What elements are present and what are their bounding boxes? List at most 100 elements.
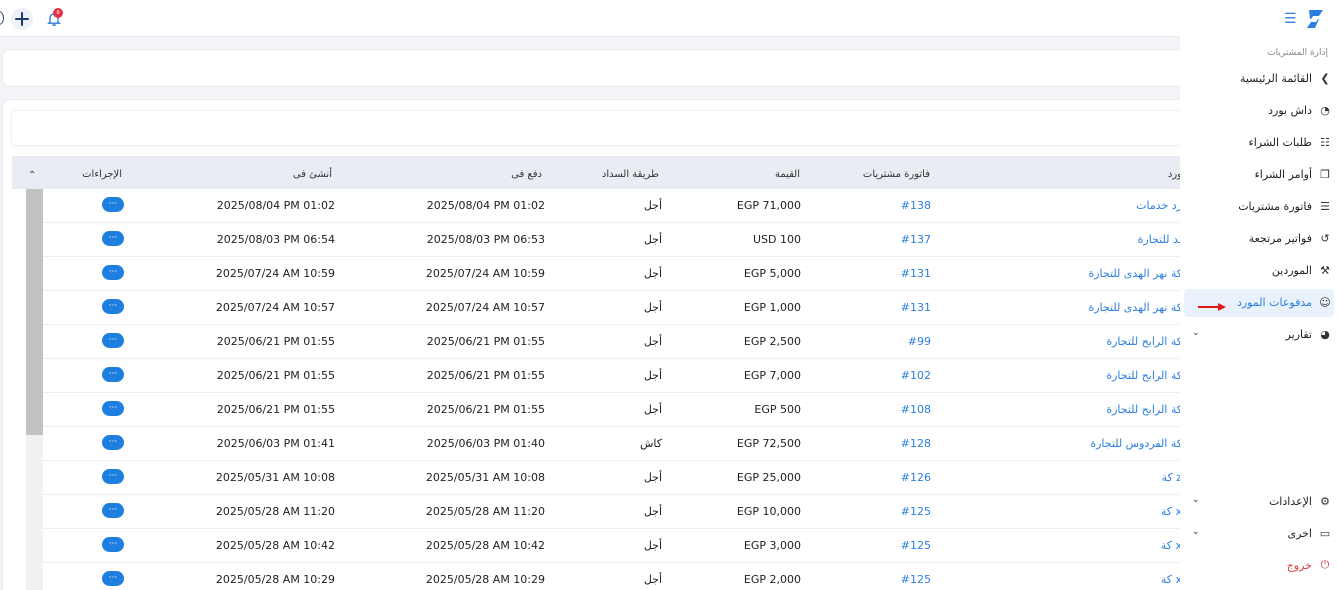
table-row[interactable]: ـد للتجارة #137 USD 100 أجل 2025/08/03 PM 06… <box>43 223 1182 257</box>
amount-cell: EGP 1,000 <box>743 301 801 314</box>
created-at-cell: 2025/05/31 AM 10:08 <box>215 471 335 484</box>
row-actions-button[interactable]: ··· <box>102 299 124 314</box>
supplier-link[interactable]: ـد للتجارة <box>1138 233 1182 246</box>
sidebar-item-gear[interactable]: ⚙ الإعدادات ⌄ <box>1184 488 1334 516</box>
row-actions-button[interactable]: ··· <box>102 469 124 484</box>
screen-icon: ▭ <box>1319 526 1331 540</box>
row-actions-button[interactable]: ··· <box>102 401 124 416</box>
supplier-link[interactable]: كة x <box>1161 573 1182 586</box>
created-at-cell: 2025/06/21 PM 01:55 <box>216 335 335 348</box>
paid-at-cell: 2025/06/21 PM 01:55 <box>426 403 545 416</box>
returns-icon: ↺ <box>1320 231 1330 245</box>
sidebar-item-power[interactable]: ⏻ خروج <box>1184 552 1334 580</box>
invoice-link[interactable]: #125 <box>901 539 931 552</box>
red-arrow-icon <box>1198 303 1226 311</box>
gear-icon: ⚙ <box>1320 494 1330 508</box>
row-actions-button[interactable]: ··· <box>102 503 124 518</box>
invoice-icon: ☰ <box>1320 199 1330 213</box>
paid-at-cell: 2025/05/28 AM 10:42 <box>425 539 545 552</box>
invoice-link[interactable]: #137 <box>901 233 931 246</box>
supplier-link[interactable]: كة الرابح للتجارة <box>1106 369 1182 382</box>
row-actions-button[interactable]: ··· <box>102 537 124 552</box>
table-row[interactable]: كة الرابح للتجارة #99 EGP 2,500 أجل 2025/06/… <box>43 325 1182 359</box>
table-row[interactable]: كة x #125 EGP 2,000 أجل 2025/05/28 AM 10:29 2… <box>43 563 1182 590</box>
header-invoice[interactable]: فاتورة مشتريات <box>863 169 930 180</box>
amount-cell: USD 100 <box>753 233 801 246</box>
invoice-link[interactable]: #126 <box>901 471 931 484</box>
header-payment-method[interactable]: طريقة السداد <box>602 169 659 180</box>
table-row[interactable]: كة الرابح للتجارة #102 EGP 7,000 أجل 2025/06… <box>43 359 1182 393</box>
sidebar-item-label: اخرى <box>1287 527 1312 540</box>
invoice-link[interactable]: #125 <box>901 573 931 586</box>
sidebar-item-dashboard[interactable]: ◔ داش بورد <box>1184 97 1334 125</box>
supplier-link[interactable]: كة z <box>1162 471 1182 484</box>
sidebar-item-screen[interactable]: ▭ اخرى ⌄ <box>1184 520 1334 548</box>
table-row[interactable]: كة نهر الهدى للتجارة #131 EGP 5,000 أجل 2025… <box>43 257 1182 291</box>
chevron-left-icon: ❮ <box>1320 71 1330 85</box>
row-actions-button[interactable]: ··· <box>102 265 124 280</box>
sidebar-item-returns[interactable]: ↺ فواتير مرتجعة <box>1184 225 1334 253</box>
payment-method-cell: أجل <box>643 301 662 314</box>
supplier-link[interactable]: كة x <box>1161 505 1182 518</box>
header-amount[interactable]: القيمة <box>775 169 800 180</box>
supplier-link[interactable]: كة نهر الهدى للتجارة <box>1088 301 1182 314</box>
sidebar-item-purchase-orders[interactable]: ❐ أوامر الشراء <box>1184 161 1334 189</box>
menu-toggle-icon[interactable]: ☰ <box>1284 12 1297 26</box>
supplier-link[interactable]: كة الرابح للتجارة <box>1106 335 1182 348</box>
supplier-link[interactable]: رد خدمات <box>1136 199 1182 212</box>
paid-at-cell: 2025/08/03 PM 06:53 <box>426 233 545 246</box>
chevron-down-icon[interactable]: ⌄ <box>1192 495 1200 505</box>
payment-method-cell: كاش <box>639 437 662 450</box>
app-logo[interactable] <box>1303 7 1327 31</box>
table-row[interactable]: كة نهر الهدى للتجارة #131 EGP 1,000 أجل 2025… <box>43 291 1182 325</box>
supplier-link[interactable]: كة نهر الهدى للتجارة <box>1088 267 1182 280</box>
scrollbar-thumb[interactable] <box>26 189 43 435</box>
invoice-link[interactable]: #125 <box>901 505 931 518</box>
paid-at-cell: 2025/05/31 AM 10:08 <box>425 471 545 484</box>
invoice-link[interactable]: #138 <box>901 199 931 212</box>
amount-cell: EGP 5,000 <box>743 267 801 280</box>
created-at-cell: 2025/08/03 PM 06:54 <box>216 233 335 246</box>
header-paid-at[interactable]: دفع فى <box>511 169 542 180</box>
sidebar-item-purchase-requests[interactable]: ☷ طلبات الشراء <box>1184 129 1334 157</box>
invoice-link[interactable]: #128 <box>901 437 931 450</box>
invoice-link[interactable]: #131 <box>901 267 931 280</box>
payment-method-cell: أجل <box>643 199 662 212</box>
row-actions-button[interactable]: ··· <box>102 367 124 382</box>
invoice-link[interactable]: #99 <box>908 335 931 348</box>
invoice-link[interactable]: #102 <box>901 369 931 382</box>
table-row[interactable]: كة الفردوس للتجارة #128 EGP 72,500 كاش 2025/… <box>43 427 1182 461</box>
chevron-up-icon[interactable]: ⌃ <box>28 170 36 181</box>
table-row[interactable]: كة x #125 EGP 3,000 أجل 2025/05/28 AM 10:42 2… <box>43 529 1182 563</box>
top-bar: ٥ <box>0 0 1180 37</box>
invoice-link[interactable]: #131 <box>901 301 931 314</box>
sidebar-item-chevron-left[interactable]: ❮ القائمة الرئيسية <box>1184 65 1334 93</box>
row-actions-button[interactable]: ··· <box>102 197 124 212</box>
row-actions-button[interactable]: ··· <box>102 231 124 246</box>
paid-at-cell: 2025/08/04 PM 01:02 <box>426 199 545 212</box>
supplier-link[interactable]: كة الفردوس للتجارة <box>1090 437 1182 450</box>
sidebar-item-suppliers[interactable]: ⚒ الموردين <box>1184 257 1334 285</box>
table-row[interactable]: كة الرابح للتجارة #108 EGP 500 أجل 2025/06/2… <box>43 393 1182 427</box>
payments-table: ⌃ الإجراءات أنشئ فى دفع فى طريقة السداد … <box>12 156 1182 590</box>
sidebar-item-label: الإعدادات <box>1268 495 1312 508</box>
sidebar-item-label: تقارير <box>1285 328 1312 341</box>
sidebar-item-reports[interactable]: ◕ تقارير ⌄ <box>1184 321 1334 349</box>
add-button[interactable] <box>11 8 33 30</box>
chevron-down-icon[interactable]: ⌄ <box>1192 527 1200 537</box>
sidebar-item-invoice[interactable]: ☰ فاتورة مشتريات <box>1184 193 1334 221</box>
header-created-at[interactable]: أنشئ فى <box>293 169 332 180</box>
row-actions-button[interactable]: ··· <box>102 435 124 450</box>
supplier-link[interactable]: كة الرابح للتجارة <box>1106 403 1182 416</box>
paid-at-cell: 2025/07/24 AM 10:57 <box>425 301 545 314</box>
row-actions-button[interactable]: ··· <box>102 333 124 348</box>
table-row[interactable]: كة z #126 EGP 25,000 أجل 2025/05/31 AM 10:08… <box>43 461 1182 495</box>
invoice-link[interactable]: #108 <box>901 403 931 416</box>
search-bar[interactable] <box>11 110 1191 146</box>
table-row[interactable]: كة x #125 EGP 10,000 أجل 2025/05/28 AM 11:20… <box>43 495 1182 529</box>
supplier-link[interactable]: كة x <box>1161 539 1182 552</box>
table-row[interactable]: رد خدمات #138 EGP 71,000 أجل 2025/08/04 PM 0… <box>43 189 1182 223</box>
row-actions-button[interactable]: ··· <box>102 571 124 586</box>
header-actions: الإجراءات <box>82 169 122 180</box>
chevron-down-icon[interactable]: ⌄ <box>1192 328 1200 338</box>
